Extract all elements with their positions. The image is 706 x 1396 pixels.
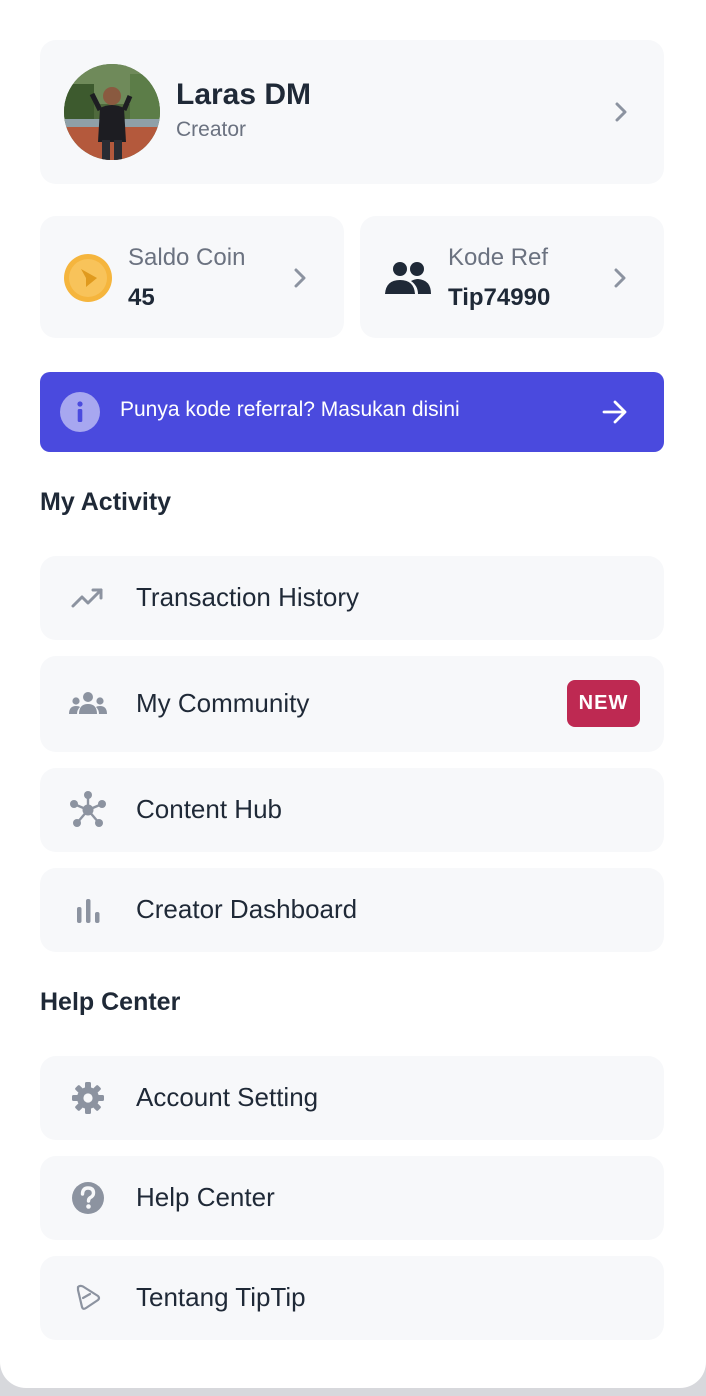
- avatar: [64, 64, 160, 160]
- menu-item-content-hub[interactable]: Content Hub: [40, 768, 664, 852]
- menu-item-tentang-tiptip[interactable]: Tentang TipTip: [40, 1256, 664, 1340]
- menu-item-account-setting[interactable]: Account Setting: [40, 1056, 664, 1140]
- menu-item-creator-dashboard[interactable]: Creator Dashboard: [40, 868, 664, 952]
- arrow-right-icon: [602, 400, 627, 424]
- referral-banner-text: Punya kode referral? Masukan disini: [120, 398, 460, 421]
- account-menu-panel: Laras DM Creator Saldo Coin 45 Kode Ref …: [0, 0, 706, 1388]
- section-title-help-center: Help Center: [40, 988, 181, 1016]
- hub-icon: [70, 791, 106, 827]
- chevron-right-icon: [615, 102, 627, 122]
- bar-chart-icon: [77, 899, 100, 923]
- people-icon: [385, 262, 431, 294]
- menu-item-help-center[interactable]: Help Center: [40, 1156, 664, 1240]
- menu-item-label: Transaction History: [136, 582, 359, 612]
- profile-card[interactable]: Laras DM Creator: [40, 40, 664, 184]
- kode-ref-label: Kode Ref: [448, 244, 549, 271]
- menu-item-label: Help Center: [136, 1182, 275, 1212]
- section-title-my-activity: My Activity: [40, 488, 172, 516]
- saldo-coin-card[interactable]: Saldo Coin 45: [40, 216, 344, 338]
- new-badge: NEW: [567, 680, 640, 727]
- group-icon: [69, 692, 107, 714]
- kode-ref-value: Tip74990: [448, 284, 551, 311]
- menu-item-label: Content Hub: [136, 794, 282, 824]
- chevron-right-icon: [294, 268, 306, 288]
- info-icon: [60, 392, 100, 432]
- chevron-right-icon: [614, 268, 626, 288]
- saldo-coin-value: 45: [128, 284, 155, 311]
- coin-icon: [64, 254, 112, 302]
- profile-name: Laras DM: [176, 78, 312, 111]
- menu-item-my-community[interactable]: My Community NEW: [40, 656, 664, 752]
- profile-role: Creator: [176, 118, 247, 141]
- saldo-coin-label: Saldo Coin: [128, 244, 246, 271]
- gear-icon: [72, 1082, 104, 1114]
- tiptip-logo-icon: [76, 1284, 101, 1310]
- kode-ref-card[interactable]: Kode Ref Tip74990: [360, 216, 664, 338]
- menu-item-label: My Community: [136, 688, 310, 718]
- referral-banner[interactable]: Punya kode referral? Masukan disini: [40, 372, 664, 452]
- menu-item-transaction-history[interactable]: Transaction History: [40, 556, 664, 640]
- trending-up-icon: [71, 588, 103, 608]
- menu-item-label: Creator Dashboard: [136, 894, 358, 924]
- help-circle-icon: [72, 1182, 104, 1214]
- menu-item-label: Tentang TipTip: [136, 1282, 306, 1312]
- menu-item-label: Account Setting: [136, 1082, 319, 1112]
